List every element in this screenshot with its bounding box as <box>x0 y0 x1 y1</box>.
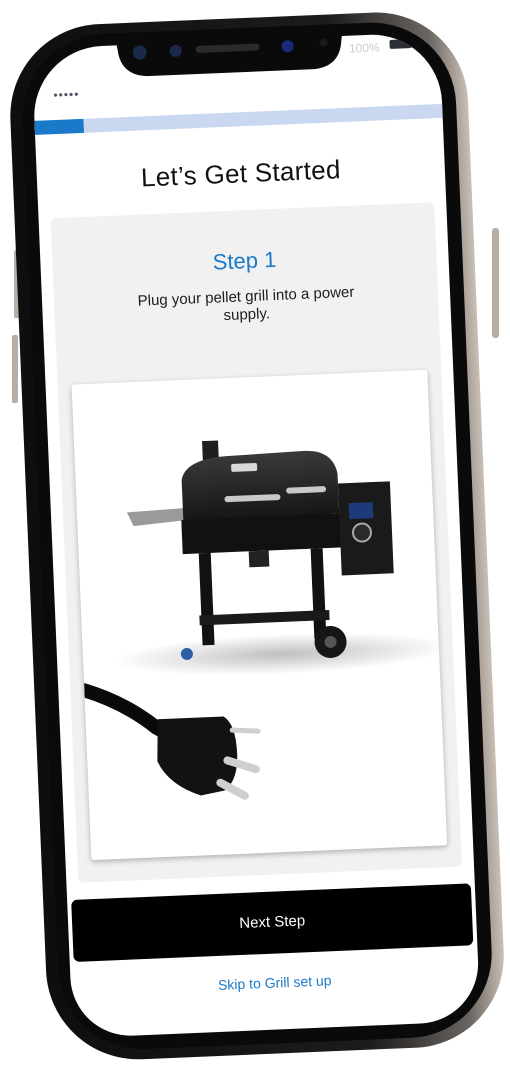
phone-mockup: ••••• 100% Let’s Get Started Step 1 Plug… <box>0 0 510 1076</box>
notch <box>98 23 357 77</box>
